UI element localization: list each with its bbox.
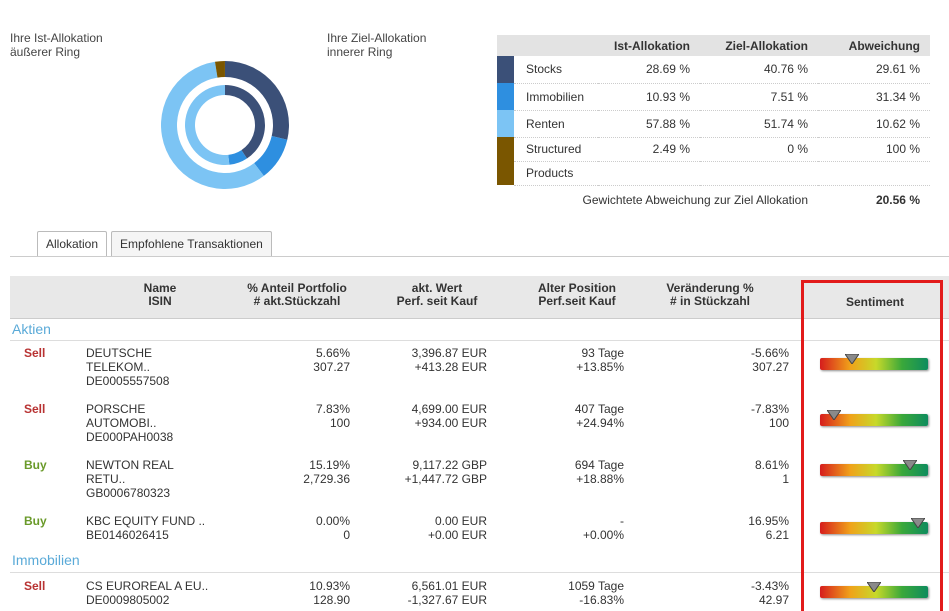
- security-name[interactable]: KBC EQUITY FUND .. BE0146026415: [86, 514, 205, 542]
- color-swatch: [497, 137, 514, 161]
- color-swatch: [497, 83, 514, 110]
- col-anteil: % Anteil Portfolio # akt.Stückzahl: [247, 281, 347, 308]
- color-swatch: [497, 110, 514, 137]
- security-name[interactable]: PORSCHE AUTOMOBI.. DE000PAH0038: [86, 402, 173, 444]
- sentiment-marker-icon: [902, 460, 917, 470]
- col-wert: akt. Wert Perf. seit Kauf: [396, 281, 478, 308]
- transactions-header: Name ISIN % Anteil Portfolio # akt.Stückza…: [10, 276, 949, 319]
- sentiment-marker-icon: [827, 410, 842, 420]
- allocation-row-structured-products: Structured 2.49 % 0 % 100 %: [497, 137, 930, 162]
- action-label: Sell: [24, 579, 46, 593]
- action-label: Buy: [24, 514, 47, 528]
- color-swatch: [497, 161, 514, 185]
- allocation-donut-chart: [160, 61, 289, 189]
- color-swatch: [497, 56, 514, 83]
- sentiment-slider: [820, 410, 928, 426]
- col-alter: Alter Position Perf.seit Kauf: [537, 281, 616, 308]
- sentiment-marker-icon: [911, 518, 926, 528]
- security-name[interactable]: DEUTSCHE TELEKOM.. DE0005557508: [86, 346, 169, 388]
- ziel-allokation-label: Ihre Ziel-Allokation innerer Ring: [327, 31, 427, 59]
- section-aktien: Aktien: [12, 321, 51, 337]
- section-divider: [10, 572, 949, 573]
- header-ziel-allokation: Ziel-Allokation: [700, 35, 818, 56]
- tab-allokation[interactable]: Allokation: [37, 231, 108, 256]
- section-immobilien: Immobilien: [12, 552, 80, 568]
- sentiment-highlight-box: [801, 280, 943, 611]
- weighted-deviation-value: 20.56 %: [875, 193, 920, 208]
- tab-bar: Allokation Empfohlene Transaktionen: [37, 231, 272, 256]
- allocation-row-stocks: Stocks 28.69 % 40.76 % 29.61 %: [497, 56, 930, 84]
- action-label: Sell: [24, 346, 46, 360]
- col-veraenderung: Veränderung % # in Stückzahl: [666, 281, 754, 308]
- sentiment-marker-icon: [845, 354, 860, 364]
- ziel-ring-slice-0: [225, 85, 265, 159]
- allocation-table: Ist-Allokation Ziel-Allokation Abweichun…: [497, 35, 930, 215]
- allocation-row-immobilien: Immobilien 10.93 % 7.51 % 31.34 %: [497, 83, 930, 111]
- security-name[interactable]: NEWTON REAL RETU.. GB0006780323: [86, 458, 174, 500]
- weighted-deviation-row: Gewichtete Abweichung zur Ziel Allokatio…: [497, 185, 930, 215]
- sentiment-slider: [820, 518, 928, 534]
- sentiment-slider: [820, 582, 928, 598]
- col-name: Name ISIN: [143, 281, 177, 308]
- ist-allokation-label: Ihre Ist-Allokation äußerer Ring: [10, 31, 103, 59]
- security-name[interactable]: CS EUROREAL A EU.. DE0009805002: [86, 579, 208, 607]
- sentiment-slider: [820, 460, 928, 476]
- allocation-row-renten: Renten 57.88 % 51.74 % 10.62 %: [497, 110, 930, 138]
- ziel-ring-slice-2: [185, 85, 230, 165]
- sentiment-slider: [820, 354, 928, 370]
- action-label: Sell: [24, 402, 46, 416]
- sentiment-marker-icon: [867, 582, 881, 592]
- section-divider: [10, 340, 949, 341]
- col-sentiment: Sentiment: [845, 295, 904, 309]
- header-abweichung: Abweichung: [818, 35, 930, 56]
- action-label: Buy: [24, 458, 47, 472]
- header-ist-allokation: Ist-Allokation: [598, 35, 700, 56]
- tab-empfohlene-transaktionen[interactable]: Empfohlene Transaktionen: [111, 231, 272, 256]
- tab-divider: [10, 256, 949, 257]
